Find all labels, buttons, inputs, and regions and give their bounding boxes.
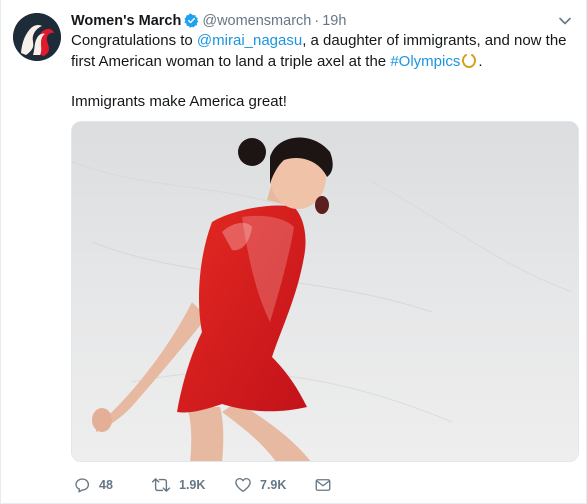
like-count: 7.9K [260,478,287,492]
tweet-header: Women's March @womensmarch · 19h [71,11,346,31]
reply-count: 48 [99,478,113,492]
tweet-text-line2: Immigrants make America great! [71,93,287,110]
reply-icon [75,478,90,493]
mention-link[interactable]: @mirai_nagasu [197,32,302,49]
display-name[interactable]: Women's March [71,13,181,29]
avatar[interactable] [13,13,61,61]
tweet-text-part3: . [478,52,483,70]
olympic-wreath-emoji [461,53,477,76]
tweet-text: Congratulations to @mirai_nagasu, a daug… [71,31,571,75]
skater-photo [72,122,578,461]
heart-icon [235,477,251,493]
chevron-down-icon[interactable] [558,14,572,28]
timestamp[interactable]: 19h [322,13,346,29]
hashtag-link[interactable]: #Olympics [390,53,460,70]
retweet-icon [151,478,171,492]
like-button[interactable]: 7.9K [234,474,286,496]
tweet-card[interactable]: Women's March @womensmarch · 19h Congratula… [0,0,587,504]
direct-message-button[interactable] [314,474,340,496]
tweet-text-part1: Congratulations to [71,32,197,49]
separator-dot: · [314,13,320,29]
retweet-button[interactable]: 1.9K [151,474,205,496]
direct-message-icon [315,479,331,491]
reply-button[interactable]: 48 [73,474,113,496]
handle[interactable]: @womensmarch [202,13,311,29]
tweet-photo[interactable] [71,121,579,462]
retweet-count: 1.9K [179,478,206,492]
tweet-actions: 48 1.9K 7.9K [71,474,371,496]
